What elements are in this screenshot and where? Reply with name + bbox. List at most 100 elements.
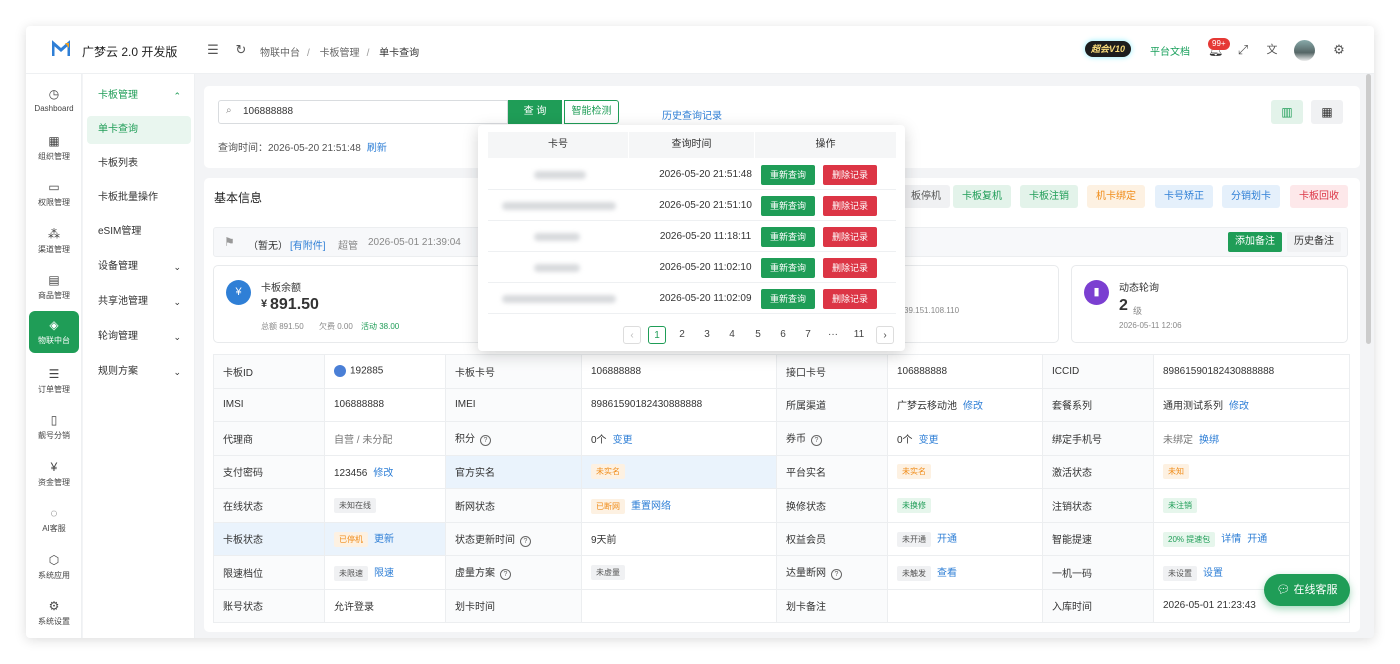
nav-dashboard[interactable]: ◷ Dashboard <box>29 80 79 122</box>
nav-order[interactable]: ☰ 订单管理 <box>29 360 79 402</box>
breadcrumb-item[interactable]: 物联中台 <box>260 48 300 59</box>
poll-card: ▮ 动态轮询 2 级 2026-05-11 12:06 <box>1071 265 1348 343</box>
translate-icon[interactable]: 文 <box>1265 43 1279 57</box>
submenu-card-manage[interactable]: 卡板管理 ⌃ <box>87 82 191 110</box>
notes-role: 超管 <box>338 241 358 252</box>
limit-speed-link[interactable]: 限速 <box>374 568 394 579</box>
requery-button[interactable]: 重新查询 <box>761 165 815 185</box>
rebind-link[interactable]: 换绑 <box>1199 435 1219 446</box>
cancel-card-button[interactable]: 卡板注销 <box>1020 185 1078 208</box>
settings-icon[interactable]: ⚙ <box>1332 43 1346 57</box>
status-badge: 未知 <box>1163 464 1189 480</box>
note-history-button[interactable]: 历史备注 <box>1287 232 1341 252</box>
prev-page-icon[interactable]: ‹ <box>623 326 641 344</box>
page-button[interactable]: 6 <box>774 326 792 344</box>
view-link[interactable]: 查看 <box>937 568 957 579</box>
help-icon[interactable]: ? <box>500 569 511 581</box>
delete-record-button[interactable]: 删除记录 <box>823 227 877 247</box>
submenu-card-list[interactable]: 卡板列表 <box>87 150 191 178</box>
speedup-open-link[interactable]: 开通 <box>1247 534 1267 545</box>
history-link[interactable]: 历史查询记录 <box>662 107 722 122</box>
cell-label: 划卡备注 <box>776 588 888 623</box>
reset-network-link[interactable]: 重置网络 <box>631 501 671 512</box>
delete-record-button[interactable]: 删除记录 <box>823 258 877 278</box>
refresh-icon[interactable]: ↻ <box>234 43 248 57</box>
delete-record-button[interactable]: 删除记录 <box>823 289 877 309</box>
nav-org[interactable]: ▦ 组织管理 <box>29 127 79 169</box>
speedup-detail-link[interactable]: 详情 <box>1221 534 1241 545</box>
add-note-button[interactable]: 添加备注 <box>1228 232 1282 252</box>
nav-ai[interactable]: ◌ AI客服 <box>29 499 79 541</box>
submenu-poll[interactable]: 轮询管理 ⌄ <box>87 323 191 351</box>
requery-button[interactable]: 重新查询 <box>761 289 815 309</box>
bind-button[interactable]: 机卡绑定 <box>1087 185 1145 208</box>
suspend-button[interactable]: 板停机 <box>902 185 950 208</box>
change-points-link[interactable]: 变更 <box>613 435 633 446</box>
set-link[interactable]: 设置 <box>1203 568 1223 579</box>
help-icon[interactable]: ? <box>831 569 842 581</box>
resume-button[interactable]: 卡板复机 <box>953 185 1011 208</box>
page-button[interactable]: 5 <box>749 326 767 344</box>
refresh-link[interactable]: 刷新 <box>367 143 387 154</box>
nav-apps[interactable]: ⬡ 系统应用 <box>29 546 79 588</box>
chart-toggle-icon[interactable]: ▥ <box>1271 100 1303 124</box>
avatar[interactable] <box>1294 40 1315 61</box>
recycle-button[interactable]: 卡板回收 <box>1290 185 1348 208</box>
edit-password-link[interactable]: 修改 <box>373 468 393 479</box>
qrcode-icon[interactable]: ▦ <box>1311 100 1343 124</box>
requery-button[interactable]: 重新查询 <box>761 258 815 278</box>
distribute-button[interactable]: 分销划卡 <box>1222 185 1280 208</box>
correct-button[interactable]: 卡号矫正 <box>1155 185 1213 208</box>
search-input[interactable]: 106888888 <box>218 100 508 124</box>
page-button[interactable]: 3 <box>698 326 716 344</box>
nav-funds[interactable]: ¥ 资金管理 <box>29 453 79 495</box>
menu-toggle-icon[interactable]: ☰ <box>206 43 220 57</box>
edit-plan-link[interactable]: 修改 <box>1229 401 1249 412</box>
submenu-rules[interactable]: 规则方案 ⌄ <box>87 358 191 386</box>
help-icon[interactable]: ? <box>811 435 822 447</box>
online-service-button[interactable]: 💬︎ 在线客服 <box>1264 574 1350 606</box>
nav-iot[interactable]: ◈ 物联中台 <box>29 311 79 353</box>
page-ellipsis[interactable]: ··· <box>824 326 842 344</box>
next-page-icon[interactable]: › <box>876 326 894 344</box>
submenu-pool[interactable]: 共享池管理 ⌄ <box>87 288 191 316</box>
query-button[interactable]: 查 询 <box>508 100 562 124</box>
robot-icon: ◌ <box>50 506 58 520</box>
delete-record-button[interactable]: 删除记录 <box>823 165 877 185</box>
cell-value: 0个 <box>591 434 607 446</box>
table-row: 限速档位 未限速 限速 虚量方案? 未虚量 达量断网? 未触发 查看 一机一码 未设… <box>213 555 1350 590</box>
submenu-device[interactable]: 设备管理 ⌄ <box>87 253 191 281</box>
page-button[interactable]: 7 <box>799 326 817 344</box>
scrollbar[interactable] <box>1366 74 1371 344</box>
nav-permission[interactable]: ▭ 权限管理 <box>29 173 79 215</box>
page-button[interactable]: 11 <box>850 326 868 344</box>
requery-button[interactable]: 重新查询 <box>761 227 815 247</box>
attachment-link[interactable]: [有附件] <box>290 237 326 252</box>
page-button[interactable]: 1 <box>648 326 666 344</box>
change-coupon-link[interactable]: 变更 <box>919 435 939 446</box>
phone-bind-cell: 未绑定 换绑 <box>1153 421 1350 456</box>
help-icon[interactable]: ? <box>480 435 491 447</box>
delete-record-button[interactable]: 删除记录 <box>823 196 877 216</box>
balance-amount: 891.50 <box>270 296 319 313</box>
nav-number[interactable]: ▯ 靓号分销 <box>29 406 79 448</box>
submenu-single-query[interactable]: 单卡查询 <box>87 116 191 144</box>
requery-button[interactable]: 重新查询 <box>761 196 815 216</box>
table-row: 在线状态 未知在线 断网状态 已断网 重置网络 换修状态 未换修 注销状态 未注销 <box>213 488 1350 523</box>
fullscreen-icon[interactable]: ⤢ <box>1236 43 1250 57</box>
nav-channel[interactable]: ⁂ 渠道管理 <box>29 220 79 262</box>
nav-goods[interactable]: ▤ 商品管理 <box>29 266 79 308</box>
nav-settings[interactable]: ⚙ 系统设置 <box>29 592 79 634</box>
help-icon[interactable]: ? <box>520 535 531 547</box>
submenu-batch[interactable]: 卡板批量操作 <box>87 184 191 212</box>
update-status-link[interactable]: 更新 <box>374 534 394 545</box>
page-button[interactable]: 4 <box>723 326 741 344</box>
page-button[interactable]: 2 <box>673 326 691 344</box>
submenu-esim[interactable]: eSIM管理 <box>87 218 191 246</box>
breadcrumb-item[interactable]: 卡板管理 <box>320 48 360 59</box>
doc-link[interactable]: 平台文档 <box>1150 43 1190 58</box>
edit-channel-link[interactable]: 修改 <box>963 401 983 412</box>
smart-detect-button[interactable]: 智能检测 <box>564 100 619 124</box>
nav-label: 靓号分销 <box>38 431 70 440</box>
open-member-link[interactable]: 开通 <box>937 534 957 545</box>
